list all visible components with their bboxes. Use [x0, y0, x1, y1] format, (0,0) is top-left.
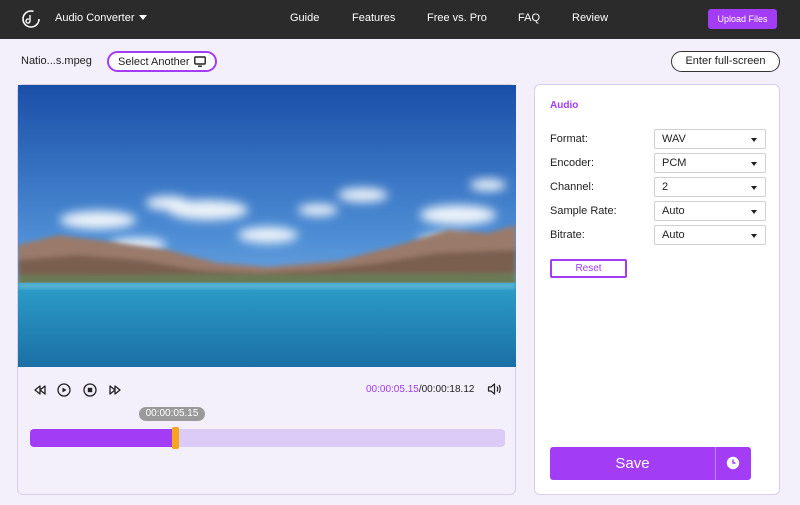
time-display: 00:00:05.15/00:00:18.12 — [366, 384, 474, 395]
channel-value: 2 — [662, 181, 669, 193]
format-value: WAV — [662, 133, 686, 145]
reset-button[interactable]: Reset — [550, 259, 627, 278]
video-preview[interactable] — [18, 85, 516, 367]
encoder-label: Encoder: — [550, 157, 595, 169]
stop-icon[interactable] — [83, 383, 97, 397]
sample-rate-select[interactable]: Auto — [654, 201, 766, 221]
channel-label: Channel: — [550, 181, 595, 193]
progress-track[interactable] — [30, 427, 505, 449]
select-another-button[interactable]: Select Another — [107, 51, 217, 72]
app-menu-caret-icon[interactable] — [139, 15, 147, 20]
nav-features[interactable]: Features — [352, 12, 395, 24]
bitrate-label: Bitrate: — [550, 229, 585, 241]
encoder-value: PCM — [662, 157, 687, 169]
monitor-icon — [194, 56, 206, 67]
nav-free-vs-pro[interactable]: Free vs. Pro — [427, 12, 487, 24]
sample-rate-label: Sample Rate: — [550, 205, 617, 217]
chevron-down-icon — [751, 210, 757, 214]
bitrate-value: Auto — [662, 229, 685, 241]
total-time: 00:00:18.12 — [421, 384, 475, 395]
format-select[interactable]: WAV — [654, 129, 766, 149]
volume-icon[interactable] — [487, 382, 503, 396]
play-icon[interactable] — [57, 383, 71, 397]
enter-fullscreen-button[interactable]: Enter full-screen — [671, 51, 780, 72]
chevron-down-icon — [751, 138, 757, 142]
sample-rate-value: Auto — [662, 205, 685, 217]
playhead-handle[interactable] — [172, 427, 179, 449]
file-name: Natio...s.mpeg — [21, 55, 92, 67]
schedule-button[interactable] — [716, 447, 751, 480]
save-button[interactable]: Save — [550, 447, 715, 480]
video-frame-image — [18, 85, 516, 367]
nav-guide[interactable]: Guide — [290, 12, 319, 24]
clock-icon — [726, 456, 740, 470]
playhead-time-tooltip: 00:00:05.15 — [139, 407, 205, 421]
top-bar: Audio Converter Guide Features Free vs. … — [0, 0, 800, 39]
chevron-down-icon — [751, 186, 757, 190]
nav-review[interactable]: Review — [572, 12, 608, 24]
progress-fill — [30, 429, 175, 447]
app-logo-icon[interactable] — [21, 9, 41, 29]
channel-select[interactable]: 2 — [654, 177, 766, 197]
upload-files-button[interactable]: Upload Files — [708, 9, 777, 29]
encoder-select[interactable]: PCM — [654, 153, 766, 173]
chevron-down-icon — [751, 234, 757, 238]
nav-faq[interactable]: FAQ — [518, 12, 540, 24]
current-time: 00:00:05.15 — [366, 384, 419, 395]
app-title[interactable]: Audio Converter — [55, 12, 135, 24]
select-another-label: Select Another — [118, 56, 190, 68]
settings-title: Audio — [550, 100, 579, 111]
bitrate-select[interactable]: Auto — [654, 225, 766, 245]
rewind-icon[interactable] — [33, 383, 47, 397]
fast-forward-icon[interactable] — [108, 383, 122, 397]
format-label: Format: — [550, 133, 588, 145]
chevron-down-icon — [751, 162, 757, 166]
